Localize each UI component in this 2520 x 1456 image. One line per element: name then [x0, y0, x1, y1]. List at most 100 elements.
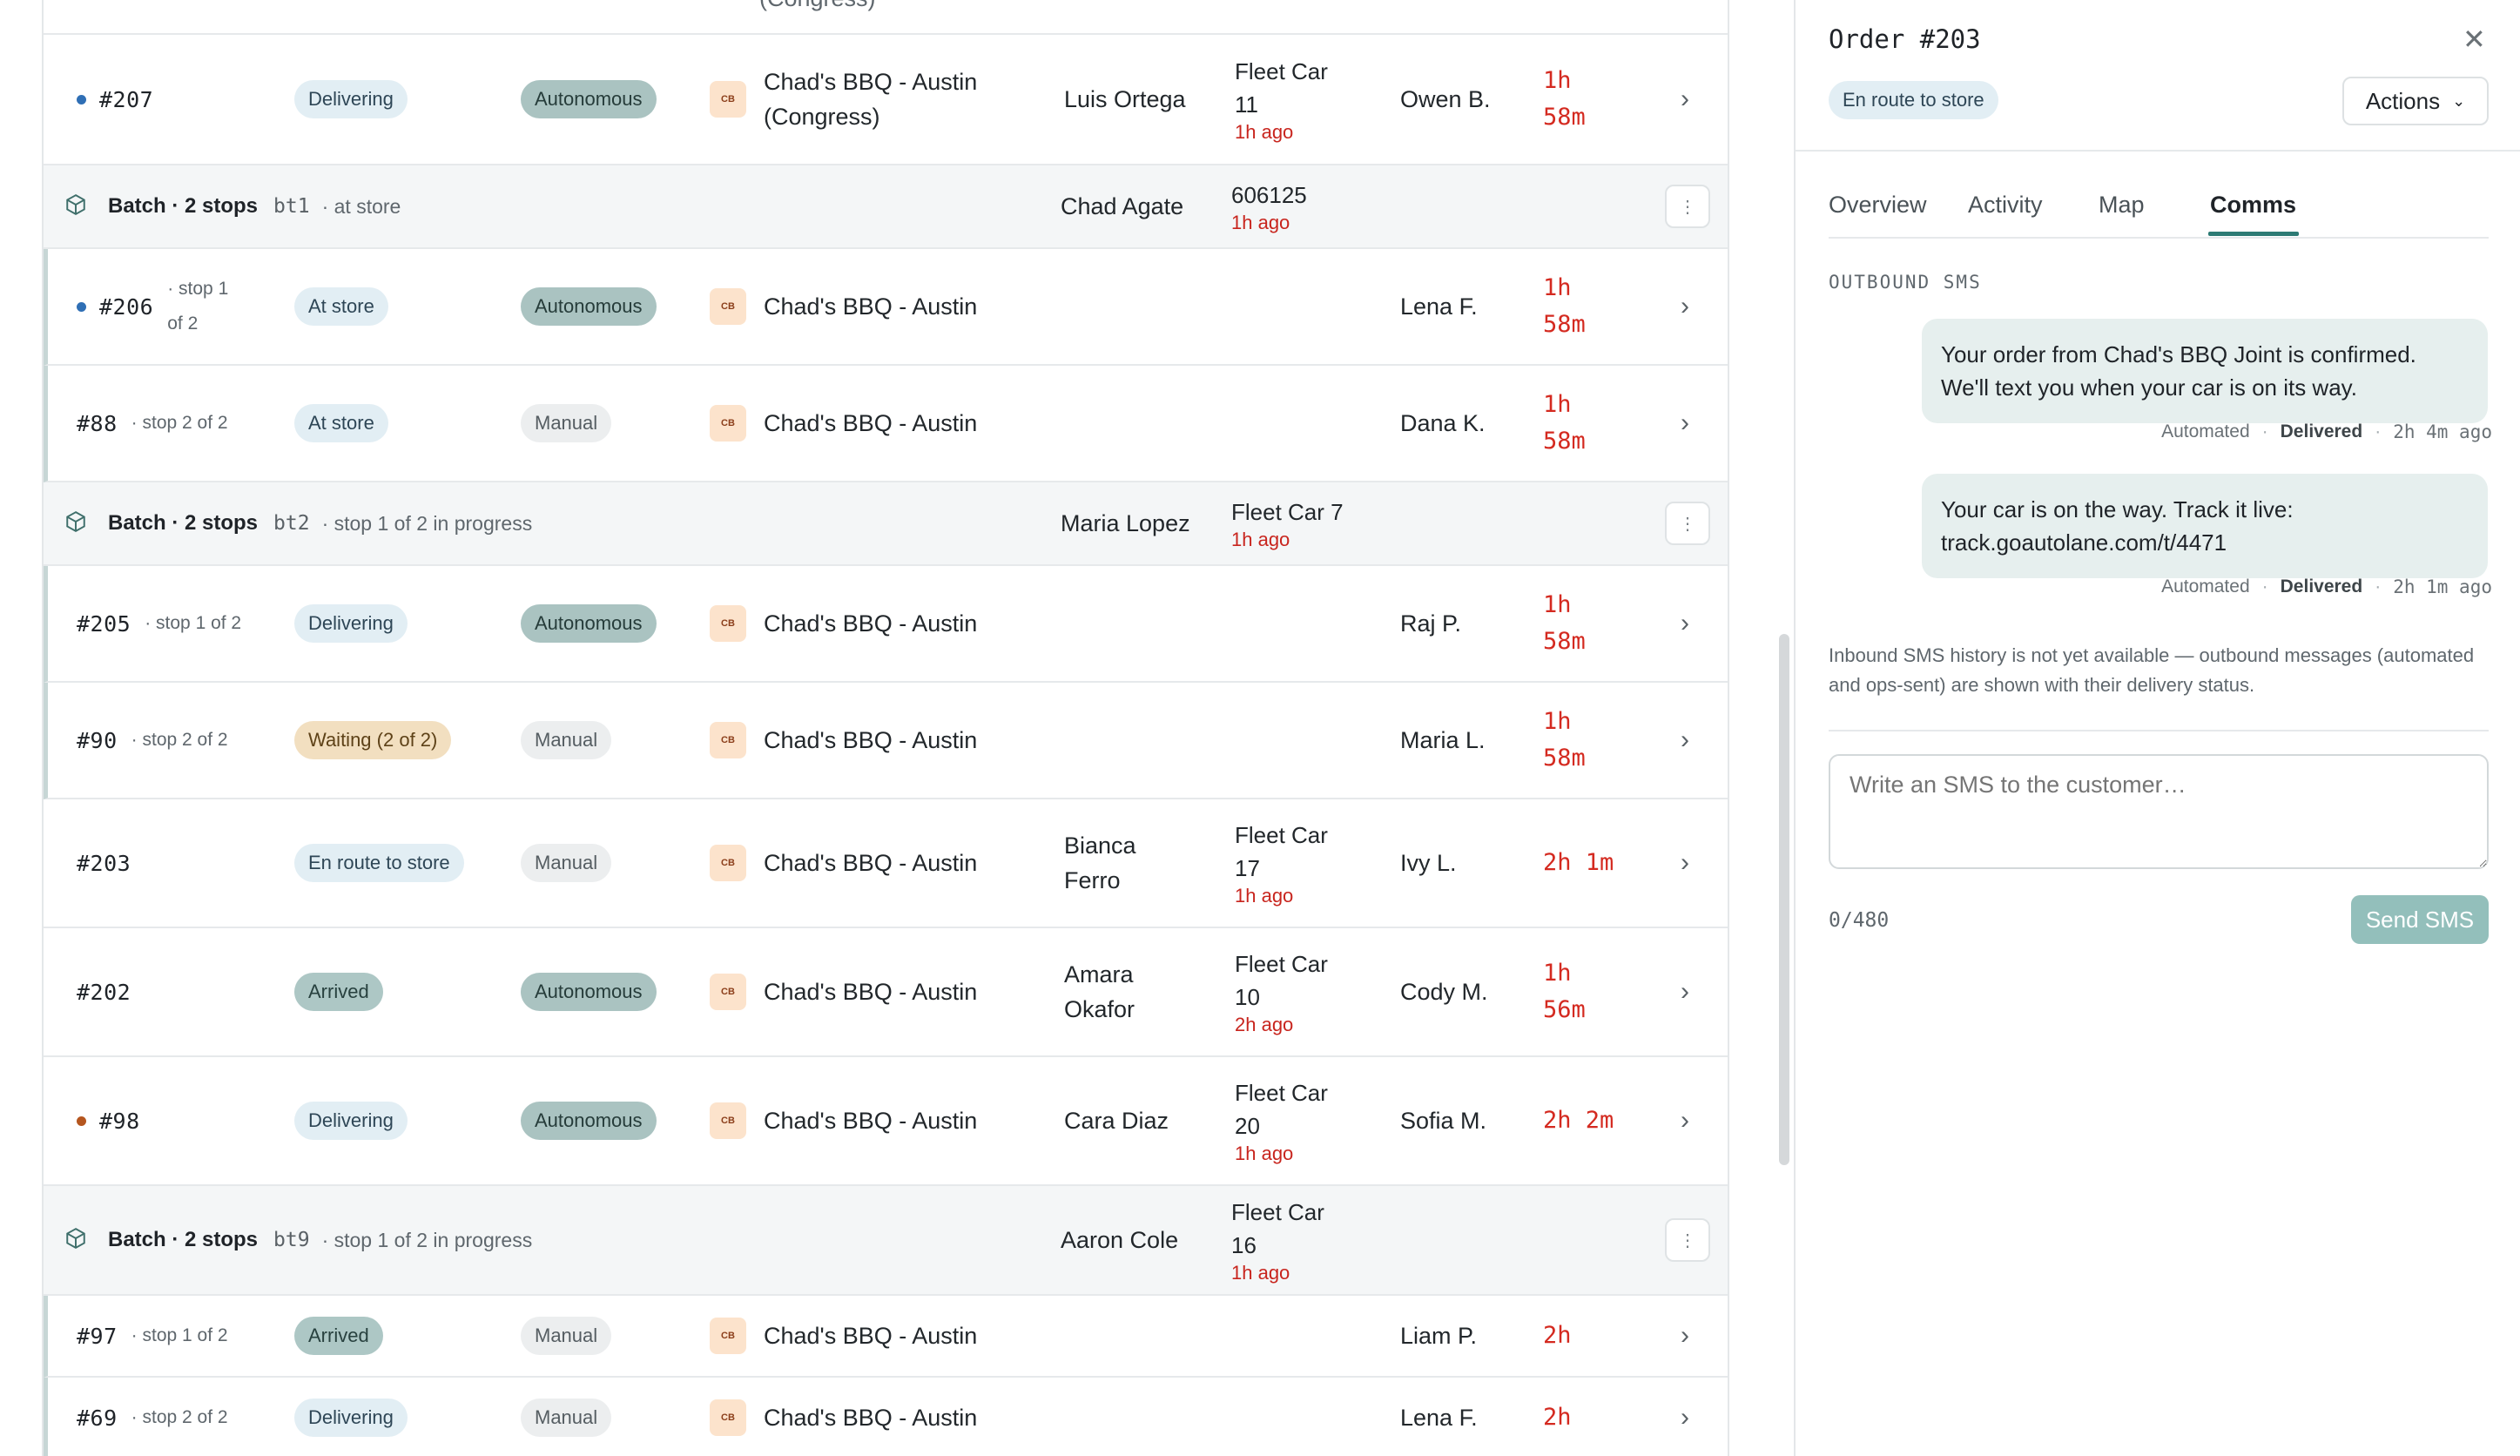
assignee-name: Dana K. [1400, 410, 1486, 436]
chevron-right-icon[interactable]: › [1681, 609, 1689, 638]
eta-line: 56m [1543, 996, 1586, 1023]
close-icon[interactable]: ✕ [2463, 23, 2486, 56]
assignee-name: Lena F. [1400, 1405, 1478, 1431]
chevron-right-icon[interactable]: › [1681, 848, 1689, 878]
mode-badge: Manual [521, 721, 612, 759]
mode-badge: Manual [521, 1317, 612, 1355]
eta-value: 1h 58m [1543, 587, 1586, 660]
fleet-info: Fleet Car 10 2h ago [1235, 947, 1328, 1036]
status-badge: Delivering [294, 1399, 408, 1437]
status-cell: Delivering [294, 1057, 408, 1184]
chevron-right-icon[interactable]: › [1681, 408, 1689, 438]
panel-title: Order #203 [1829, 24, 1981, 54]
priority-dot-icon [77, 94, 86, 104]
order-id[interactable]: #205 [77, 611, 131, 637]
fleet-name: 606125 [1231, 182, 1307, 208]
chevron-right-icon[interactable]: › [1681, 977, 1689, 1007]
row-open-cell: › [1681, 249, 1689, 364]
order-id-cell: #206 · stop 1 of 2 [77, 249, 246, 364]
order-id[interactable]: #207 [99, 87, 153, 112]
assignee-name: Sofia M. [1400, 1108, 1487, 1134]
driver-name: Aaron Cole [1061, 1227, 1179, 1253]
eta-line: 1h [1543, 67, 1572, 94]
table-row[interactable]: #69 · stop 2 of 2 Delivering Manual CB Chad's… [44, 1378, 1728, 1456]
batch-row[interactable]: Batch · 2 stops bt1 · at store Chad Agate 60… [44, 165, 1728, 249]
more-options-button[interactable]: ⋮ [1665, 502, 1710, 545]
driver-line: Luis Ortega [1064, 86, 1186, 112]
table-row[interactable]: #90 · stop 2 of 2 Waiting (2 of 2) Manual CB… [44, 683, 1728, 799]
restaurant-logo: CB [710, 405, 746, 442]
restaurant-logo: CB [710, 288, 746, 325]
eta-value: 2h 1m [1543, 845, 1614, 881]
batch-status: · at store [321, 194, 401, 218]
chevron-right-icon[interactable]: › [1681, 1321, 1689, 1351]
actions-button[interactable]: Actions ⌄ [2342, 77, 2489, 125]
order-id[interactable]: #88 [77, 411, 118, 436]
fleet-updated: 2h ago [1235, 1014, 1294, 1035]
mode-cell: Manual [521, 366, 612, 481]
restaurant-cell: CB Chad's BBQ - Austin [710, 566, 977, 681]
restaurant-logo: CB [710, 1399, 746, 1436]
table-row[interactable]: #202 Arrived Autonomous CB Chad's BBQ - Aust… [44, 928, 1728, 1057]
chevron-right-icon[interactable]: › [1681, 84, 1689, 114]
chevron-right-icon[interactable]: › [1681, 725, 1689, 755]
tab-map[interactable]: Map [2099, 192, 2145, 219]
chevron-right-icon[interactable]: › [1681, 292, 1689, 321]
restaurant-line: (Congress) [764, 104, 880, 130]
restaurant-cell: CB Chad's BBQ - Austin (Congress) [710, 35, 977, 164]
tab-activity[interactable]: Activity [1968, 192, 2043, 219]
panel-tabs: Overview Activity Map Comms [1829, 174, 2489, 239]
driver-name: Maria Lopez [1061, 510, 1190, 536]
order-id[interactable]: #69 [77, 1405, 118, 1431]
table-row[interactable]: #97 · stop 1 of 2 Arrived Manual CB Chad's BB… [44, 1296, 1728, 1378]
fleet-updated: 1h ago [1231, 529, 1290, 550]
status-cell: Waiting (2 of 2) [294, 683, 452, 798]
mode-cell: Autonomous [521, 35, 657, 164]
order-id[interactable]: #203 [77, 851, 131, 876]
chevron-right-icon[interactable]: › [1681, 1106, 1689, 1136]
restaurant-line: Chad's BBQ - Austin [764, 293, 978, 320]
more-options-button[interactable]: ⋮ [1665, 185, 1710, 228]
fleet-line: Fleet Car [1235, 822, 1328, 848]
tab-comms[interactable]: Comms [2210, 192, 2296, 219]
fleet-line: 11 [1235, 91, 1258, 118]
order-id[interactable]: #202 [77, 980, 131, 1005]
driver-name: Amara Okafor [1064, 957, 1135, 1027]
row-open-cell: › [1681, 928, 1689, 1055]
order-id[interactable]: #97 [77, 1324, 118, 1349]
sms-composer-input[interactable] [1829, 754, 2489, 869]
order-id[interactable]: #98 [99, 1109, 140, 1134]
eta-line: 2h 2m [1543, 1107, 1614, 1134]
driver-cell: Chad Agate [1061, 165, 1183, 247]
order-id[interactable]: #90 [77, 728, 118, 753]
eta-value: 2h [1543, 1318, 1572, 1354]
mode-badge: Autonomous [521, 1102, 657, 1140]
eta-line: 58m [1543, 628, 1586, 655]
inbound-note: Inbound SMS history is not yet available… [1829, 644, 2475, 696]
tab-overview[interactable]: Overview [1829, 192, 1927, 219]
table-row-fragment[interactable]: (Congress) [44, 0, 1728, 35]
mode-badge: Autonomous [521, 973, 657, 1011]
more-options-button[interactable]: ⋮ [1665, 1218, 1710, 1262]
batch-row[interactable]: Batch · 2 stops bt2 · stop 1 of 2 in progr… [44, 482, 1728, 566]
restaurant-cell: CB Chad's BBQ - Austin [710, 1296, 977, 1376]
table-row[interactable]: #207 Delivering Autonomous CB Chad's BBQ - A… [44, 35, 1728, 165]
eta-cell: 2h 1m [1543, 799, 1614, 927]
table-scrollbar-thumb[interactable] [1779, 634, 1789, 1165]
driver-cell: Amara Okafor [1064, 928, 1135, 1055]
fleet-cell: Fleet Car 20 1h ago [1235, 1057, 1328, 1184]
table-row[interactable]: #205 · stop 1 of 2 Delivering Autonomous CB C… [44, 566, 1728, 683]
restaurant-logo: CB [710, 722, 746, 758]
table-row[interactable]: #88 · stop 2 of 2 At store Manual CB Chad's B… [44, 366, 1728, 482]
driver-line: Amara [1064, 961, 1134, 988]
chevron-right-icon[interactable]: › [1681, 1403, 1689, 1432]
table-row[interactable]: #98 Delivering Autonomous CB Chad's BBQ - Au… [44, 1057, 1728, 1186]
order-id[interactable]: #206 [99, 294, 153, 320]
actions-label: Actions [2365, 87, 2441, 114]
fleet-info: Fleet Car 20 1h ago [1235, 1076, 1328, 1165]
batch-row[interactable]: Batch · 2 stops bt9 · stop 1 of 2 in progr… [44, 1186, 1728, 1296]
table-row[interactable]: #203 En route to store Manual CB Chad's BBQ … [44, 799, 1728, 928]
mode-cell: Autonomous [521, 1057, 657, 1184]
send-sms-button[interactable]: Send SMS [2351, 895, 2489, 944]
table-row[interactable]: #206 · stop 1 of 2 At store Autonomous CB Cha… [44, 249, 1728, 366]
